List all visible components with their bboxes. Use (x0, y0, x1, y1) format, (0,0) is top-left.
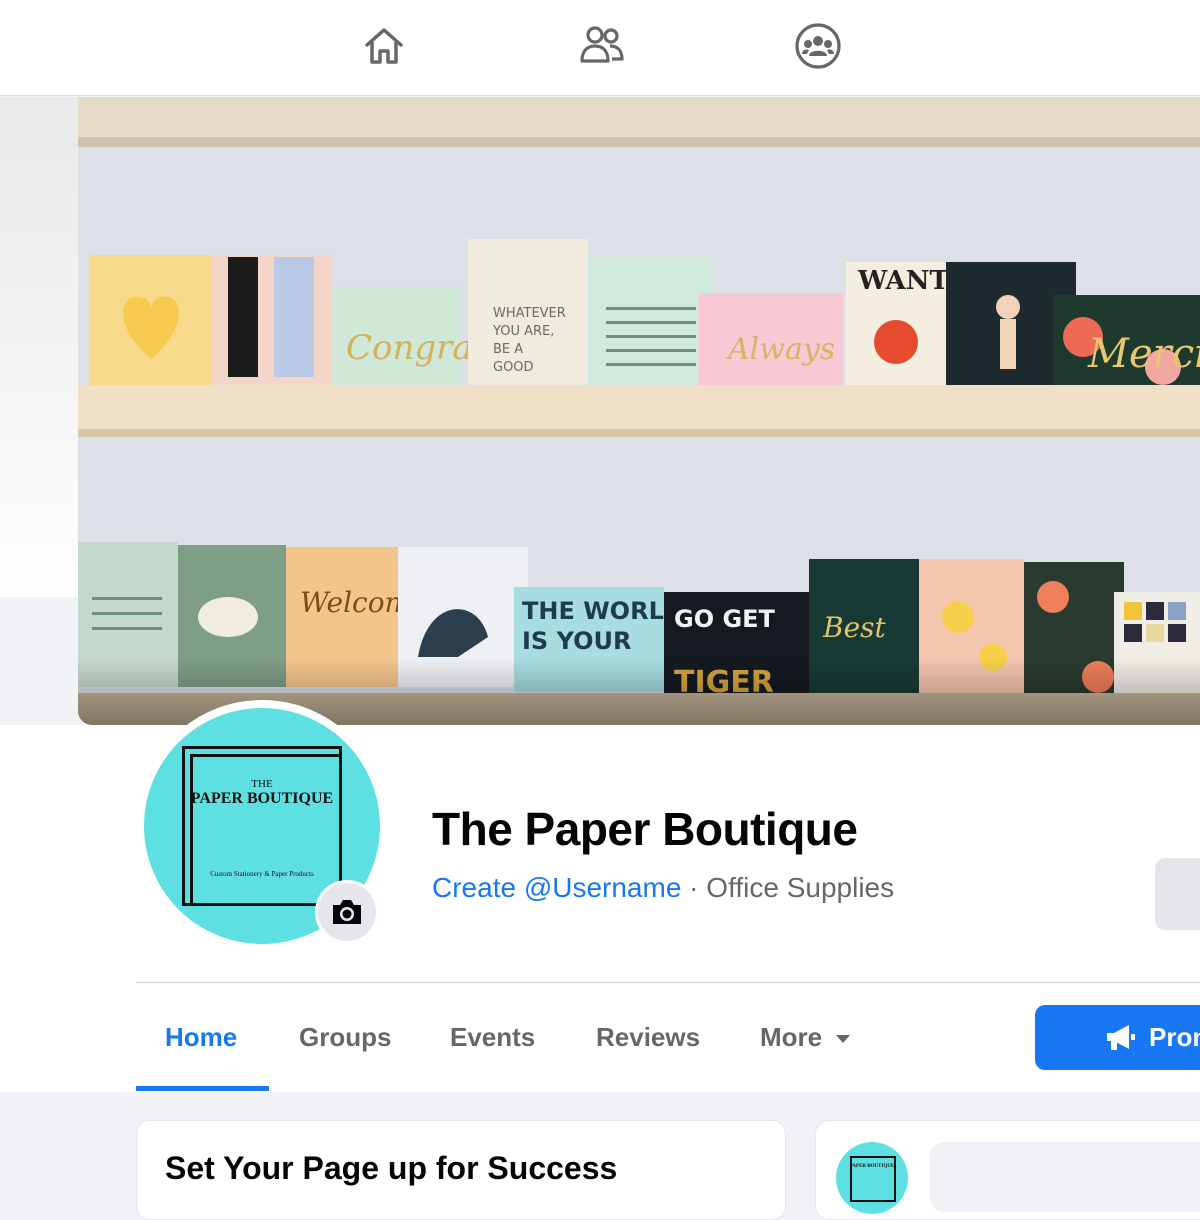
header-action-button[interactable] (1155, 858, 1200, 930)
svg-text:Always: Always (725, 332, 835, 367)
logo-frame-inner (190, 754, 342, 906)
promote-button-label: Pron (1149, 1022, 1200, 1052)
svg-text:Merci: Merci (1087, 331, 1200, 377)
groups-icon[interactable] (792, 20, 844, 72)
top-navigation-bar (0, 0, 1200, 96)
update-profile-picture-button[interactable] (315, 880, 379, 944)
header-divider (136, 982, 1200, 983)
svg-text:YOU ARE,: YOU ARE, (492, 324, 554, 339)
svg-text:GOOD: GOOD (493, 360, 534, 375)
composer-avatar: PAPER BOUTIQUE (836, 1142, 908, 1214)
svg-text:Best: Best (822, 611, 887, 644)
svg-text:WANT: WANT (857, 266, 949, 296)
mini-logo-text: PAPER BOUTIQUE (849, 1164, 895, 1169)
active-tab-indicator (136, 1086, 269, 1091)
create-username-link[interactable]: Create @Username (432, 872, 681, 903)
tab-more[interactable]: More (760, 1022, 851, 1053)
cover-photo-illustration: Congrats WHATEVER YOU ARE, BE A GOOD Alw… (78, 97, 1200, 725)
setup-card-title: Set Your Page up for Success (165, 1150, 618, 1186)
svg-text:WHATEVER: WHATEVER (493, 306, 566, 321)
subtitle-separator: · (681, 872, 707, 903)
chevron-down-icon (836, 1035, 851, 1044)
tab-reviews[interactable]: Reviews (596, 1022, 700, 1053)
megaphone-icon (1107, 1025, 1135, 1050)
tab-home[interactable]: Home (165, 1022, 237, 1053)
logo-name-text: PAPER BOUTIQUE (190, 790, 334, 807)
home-icon[interactable] (358, 20, 410, 72)
cover-photo[interactable]: Congrats WHATEVER YOU ARE, BE A GOOD Alw… (78, 97, 1200, 725)
create-post-input[interactable] (930, 1142, 1200, 1212)
camera-icon (333, 900, 361, 924)
tab-groups[interactable]: Groups (299, 1022, 391, 1053)
friends-icon[interactable] (576, 20, 628, 72)
page-title: The Paper Boutique (432, 803, 858, 855)
mini-logo-frame (850, 1156, 896, 1202)
logo-subtitle-text: Custom Stationery & Paper Products (210, 870, 314, 878)
page-category: Office Supplies (706, 872, 895, 903)
svg-text:THE WORL: THE WORL (522, 597, 664, 625)
page-subtitle: Create @Username · Office Supplies (432, 872, 894, 904)
svg-text:BE A: BE A (493, 342, 523, 357)
tab-events[interactable]: Events (450, 1022, 535, 1053)
svg-text:IS YOUR: IS YOUR (522, 627, 631, 655)
promote-button[interactable]: Pron (1035, 1005, 1200, 1070)
left-background-fade (0, 97, 80, 597)
tab-more-label: More (760, 1022, 823, 1052)
svg-text:GO GET: GO GET (674, 605, 776, 633)
logo-the-text: THE (251, 778, 273, 790)
